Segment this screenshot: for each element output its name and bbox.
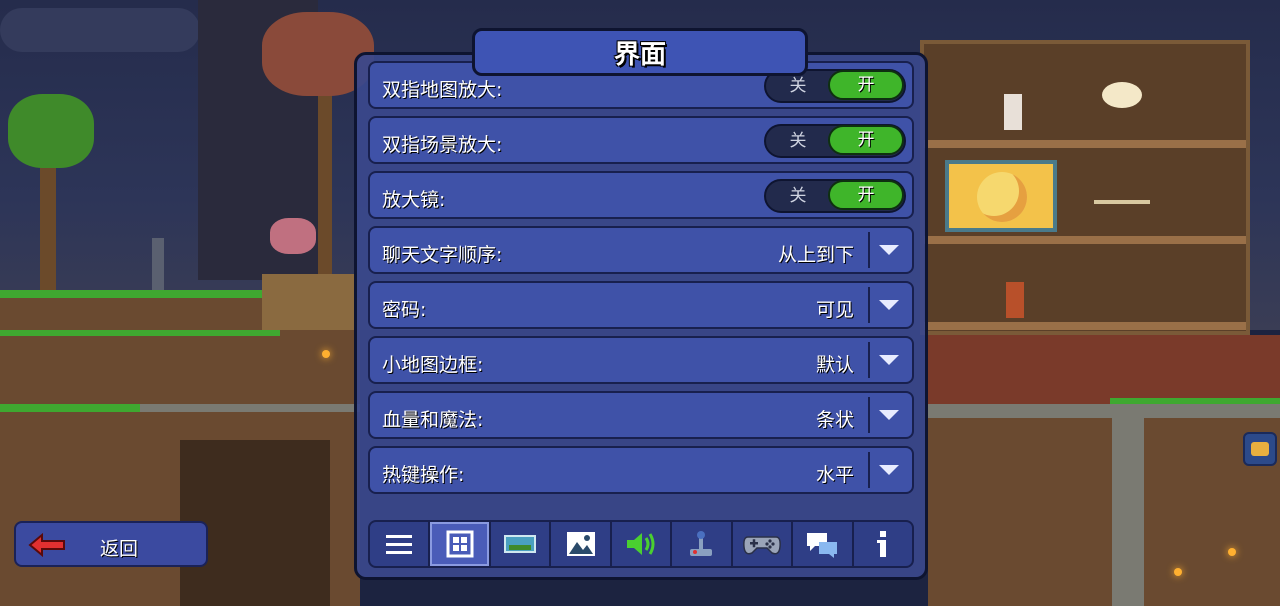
setting-row-hotkey-layout[interactable]: 热键操作: 水平 — [368, 446, 914, 494]
tab-gamepad[interactable] — [733, 522, 794, 566]
tree-trunk — [318, 70, 332, 280]
chat-icon — [807, 533, 838, 558]
house-floor — [924, 322, 1246, 330]
tab-chat[interactable] — [793, 522, 854, 566]
setting-label: 聊天文字顺序: — [382, 244, 503, 266]
menu-icon — [386, 535, 413, 554]
audio-icon — [626, 533, 655, 555]
setting-row-health-mana[interactable]: 血量和魔法: 条状 — [368, 391, 914, 439]
house-floor — [924, 236, 1246, 244]
settings-list: 双指地图放大: 关 开 双指场景放大: 关 开 放大镜: 关 开 聊天文字顺序:… — [368, 61, 914, 501]
back-button[interactable]: 返回 — [14, 521, 208, 567]
toggle-off-option[interactable]: 关 — [766, 126, 830, 156]
toggle-on-option[interactable]: 开 — [828, 70, 904, 100]
setting-label: 血量和魔法: — [382, 409, 484, 431]
dirt-layer — [928, 418, 1280, 606]
video-icon — [504, 535, 537, 553]
toggle-on-option[interactable]: 开 — [828, 180, 904, 210]
panel-title: 界面 — [613, 39, 666, 70]
chevron-down-icon[interactable] — [868, 397, 908, 433]
setting-row-chat-text-order[interactable]: 聊天文字顺序: 从上到下 — [368, 226, 914, 274]
stone-column — [1112, 418, 1144, 606]
inventory-chest-icon[interactable] — [1243, 432, 1277, 466]
setting-label: 热键操作: — [382, 464, 465, 486]
npc-character — [1004, 94, 1022, 130]
tab-audio[interactable] — [612, 522, 673, 566]
setting-row-password[interactable]: 密码: 可见 — [368, 281, 914, 329]
grass-layer — [0, 330, 280, 336]
interface-icon — [446, 530, 474, 558]
npc-character — [1006, 282, 1024, 318]
setting-row-two-finger-scene-zoom[interactable]: 双指场景放大: 关 开 — [368, 116, 914, 164]
torch — [1228, 548, 1236, 556]
anime-painting — [945, 160, 1057, 232]
setting-label: 双指场景放大: — [382, 134, 503, 156]
setting-label: 放大镜: — [382, 189, 446, 211]
tab-controls[interactable] — [672, 522, 733, 566]
chat-text-order-value: 从上到下 — [777, 244, 854, 266]
paper-lantern — [1102, 82, 1142, 108]
toggle-on-option[interactable]: 开 — [828, 125, 904, 155]
image-icon — [566, 532, 595, 556]
two-finger-scene-zoom-toggle[interactable]: 关 开 — [764, 124, 906, 158]
panel-title-bar: 界面 — [472, 28, 808, 76]
tab-general[interactable] — [370, 522, 431, 566]
torch — [1174, 568, 1182, 576]
chevron-down-icon[interactable] — [868, 287, 908, 323]
settings-category-tabs — [368, 520, 914, 568]
stone-layer — [928, 404, 1280, 418]
password-visibility-value: 可见 — [815, 299, 854, 321]
minimap-border-value: 默认 — [815, 354, 854, 376]
magnifier-toggle[interactable]: 关 开 — [764, 179, 906, 213]
joystick-icon — [690, 531, 713, 556]
gamepad-icon — [742, 536, 781, 555]
chevron-down-icon[interactable] — [868, 342, 908, 378]
grass-layer — [0, 404, 140, 412]
setting-row-minimap-border[interactable]: 小地图边框: 默认 — [368, 336, 914, 384]
tree-trunk — [40, 150, 56, 292]
hotkey-layout-value: 水平 — [815, 464, 854, 486]
chevron-down-icon[interactable] — [868, 232, 908, 268]
house-floor — [924, 140, 1246, 148]
cloud — [0, 8, 200, 52]
tree-canopy — [8, 94, 94, 168]
setting-label: 双指地图放大: — [382, 79, 503, 101]
tab-graphics[interactable] — [551, 522, 612, 566]
tab-interface[interactable] — [430, 522, 491, 566]
tab-video[interactable] — [491, 522, 552, 566]
dirt-layer — [928, 335, 1280, 405]
chandelier — [1094, 178, 1150, 204]
toggle-off-option[interactable]: 关 — [766, 181, 830, 211]
setting-label: 小地图边框: — [382, 354, 484, 376]
setting-label: 密码: — [382, 299, 427, 321]
grass-layer — [0, 290, 270, 298]
wood-platform — [262, 274, 354, 330]
chevron-down-icon[interactable] — [868, 452, 908, 488]
pink-bush — [270, 218, 316, 254]
torch — [322, 350, 330, 358]
lamp-post — [152, 238, 164, 290]
setting-row-magnifier[interactable]: 放大镜: 关 开 — [368, 171, 914, 219]
tab-info[interactable] — [854, 522, 912, 566]
back-button-label: 返回 — [99, 538, 138, 560]
health-mana-style-value: 条状 — [815, 409, 854, 431]
info-icon — [876, 531, 886, 557]
